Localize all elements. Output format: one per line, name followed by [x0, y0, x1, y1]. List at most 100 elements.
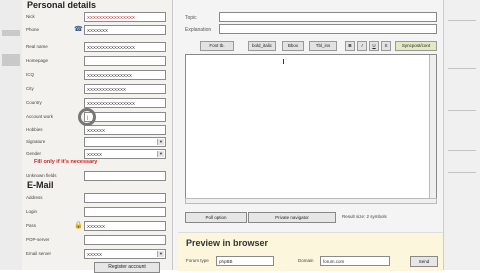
email-section-title: E-Mail [27, 180, 54, 190]
text-field[interactable]: | [84, 112, 166, 122]
strike-button[interactable]: S [381, 41, 391, 51]
rail-line [448, 172, 476, 173]
toolbar-label: Font tb. [209, 43, 225, 48]
field-label: Signature [26, 139, 46, 144]
form-row: ICQ XXXXXXXXXXXXXXX [22, 70, 172, 81]
explanation-label: Explanation [185, 27, 212, 33]
field-value: XXXXXX [87, 224, 106, 229]
domain-input[interactable]: forum.com [320, 256, 390, 266]
chevron-down-icon[interactable]: ▼ [157, 139, 164, 145]
rail-marker [2, 30, 20, 36]
field-label: Email server [26, 251, 52, 256]
personal-details-title: Personal details [27, 0, 97, 10]
bold-button[interactable]: B [345, 41, 355, 51]
select-field[interactable]: XXXXX ▼ [84, 149, 166, 159]
syncpost-button[interactable]: Syncpost/cont [395, 41, 437, 51]
forum-type-select[interactable]: phpBB [216, 256, 274, 266]
field-value: XXXXX [87, 152, 103, 157]
italic-button[interactable]: I [357, 41, 367, 51]
chevron-down-icon[interactable]: ▼ [157, 251, 164, 257]
form-row: Homepage [22, 56, 172, 67]
field-value: XXXXX [87, 252, 103, 257]
field-label: POP-server [26, 237, 50, 242]
rail-marker [2, 60, 20, 66]
underline-button[interactable]: U [369, 41, 379, 51]
text-field[interactable]: XXXXXXXXXXXXXXXX [84, 12, 166, 22]
field-label: Phone [26, 27, 40, 32]
poll-option-button[interactable]: Poll option [185, 212, 247, 223]
form-row: POP-server [22, 235, 172, 246]
text-field[interactable] [84, 171, 166, 181]
form-row: Real name XXXXXXXXXXXXXXXX [22, 42, 172, 53]
send-button[interactable]: Send [410, 256, 438, 267]
form-row: Hobbies XXXXXX [22, 125, 172, 136]
select-field[interactable]: XXXXX ▼ [84, 249, 166, 259]
field-label: Homepage [26, 58, 49, 63]
forum-type-label: Forum type [186, 258, 209, 263]
text-field[interactable]: XXXXXXXXXXXXX [84, 84, 166, 94]
toolbar-label: Tbl_ins [315, 43, 331, 48]
text-field[interactable]: XXXXXX [84, 221, 166, 231]
field-label: Gender [26, 151, 42, 156]
message-editor[interactable] [185, 54, 437, 204]
form-row: Email server XXXXX ▼ [22, 249, 172, 260]
message-panel: Topic Explanation Font tb. bold_italic B… [173, 0, 443, 270]
topic-label: Topic [185, 15, 197, 21]
text-field[interactable]: XXXXXXX [84, 25, 166, 35]
rail-line [448, 110, 476, 111]
text-field[interactable] [84, 193, 166, 203]
cursor-highlight-ring [78, 108, 96, 126]
form-row: Signature ▼ [22, 137, 172, 148]
outer-left-rail [0, 0, 22, 270]
bbox-toolbar-button[interactable]: Bbox [282, 41, 304, 51]
editor-horizontal-scrollbar[interactable] [185, 198, 437, 204]
personal-details-panel: Personal details Nick XXXXXXXXXXXXXXXX Pho… [22, 0, 173, 273]
field-label: Real name [26, 44, 48, 49]
field-value: XXXXXXXXXXXXXXXX [87, 15, 136, 20]
editor-vertical-scrollbar[interactable] [429, 55, 436, 203]
field-label: ICQ [26, 72, 35, 77]
optional-note: Fill only if it's necessary [34, 159, 98, 165]
forum-type-value: phpBB [219, 259, 233, 264]
text-field[interactable]: XXXXXX [84, 125, 166, 135]
rail-line [448, 68, 476, 69]
font-toolbar-button[interactable]: Font tb. [200, 41, 234, 51]
field-label: Hobbies [26, 127, 43, 132]
form-row: Login [22, 207, 172, 218]
text-field[interactable]: XXXXXXXXXXXXXXXX [84, 98, 166, 108]
select-field[interactable]: ▼ [84, 137, 166, 147]
phone-icon: ☎ [74, 26, 83, 33]
field-label: Login [26, 209, 38, 214]
preview-title: Preview in browser [186, 238, 269, 248]
text-field[interactable] [84, 235, 166, 245]
field-value: XXXXXXXXXXXXXXXX [87, 101, 136, 106]
style-toolbar-button[interactable]: bold_italic [248, 41, 276, 51]
field-label: Country [26, 100, 42, 105]
rail-line [448, 20, 476, 21]
rail-line [448, 150, 476, 151]
field-value: XXXXXXX [87, 28, 109, 33]
private-navigator-button[interactable]: Private navigator [248, 212, 336, 223]
form-row: Phone ☎ XXXXXXX [22, 25, 172, 36]
field-value: XXXXXX [87, 128, 106, 133]
field-label: Address [26, 195, 43, 200]
toolbar-label: Bbox [287, 43, 299, 48]
text-field[interactable] [84, 56, 166, 66]
lock-icon: 🔒 [74, 222, 83, 229]
topic-input[interactable] [219, 12, 437, 22]
field-label: Nick [26, 14, 35, 19]
register-account-button[interactable]: Register account [94, 262, 160, 273]
result-size-text: Result size: 2 symbols [342, 214, 387, 219]
table-insert-button[interactable]: Tbl_ins [309, 41, 337, 51]
text-field[interactable]: XXXXXXXXXXXXXXXX [84, 42, 166, 52]
form-row: City XXXXXXXXXXXXX [22, 84, 172, 95]
field-label: Pass [26, 223, 37, 228]
text-caret [283, 59, 284, 64]
text-field[interactable] [84, 207, 166, 217]
explanation-input[interactable] [219, 24, 437, 34]
field-value: XXXXXXXXXXXXXXX [87, 73, 133, 78]
domain-value: forum.com [323, 259, 345, 264]
chevron-down-icon[interactable]: ▼ [157, 151, 164, 157]
text-field[interactable]: XXXXXXXXXXXXXXX [84, 70, 166, 80]
form-row: Country XXXXXXXXXXXXXXXX [22, 98, 172, 109]
